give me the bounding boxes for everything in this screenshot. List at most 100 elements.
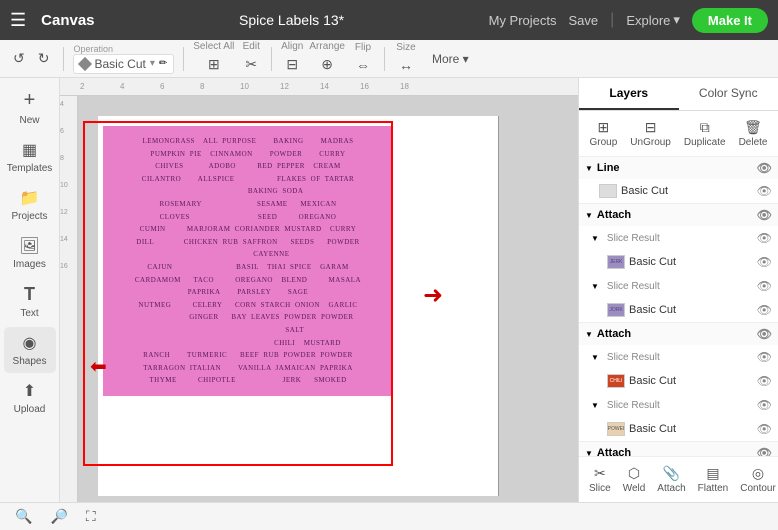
- save-button[interactable]: Save: [569, 13, 599, 28]
- zoom-out-button[interactable]: 🔍: [10, 506, 37, 527]
- make-it-button[interactable]: Make It: [692, 8, 768, 33]
- canvas-content[interactable]: LEMONGRASS ALL PURPOSE BAKING MADRAS PUM…: [78, 96, 578, 502]
- sidebar-upload-label: Upload: [14, 404, 46, 415]
- group-button[interactable]: ⊞ Group: [585, 116, 623, 151]
- sidebar-item-projects[interactable]: 📁 Projects: [4, 182, 56, 228]
- attach3-visibility-icon[interactable]: 👁: [757, 446, 772, 456]
- canvas-label: Canvas: [41, 12, 94, 29]
- sidebar-item-upload[interactable]: ⬆ Upload: [4, 375, 56, 421]
- spice-labels-design[interactable]: LEMONGRASS ALL PURPOSE BAKING MADRAS PUM…: [103, 126, 393, 396]
- arrange-button[interactable]: ⊕: [316, 53, 338, 76]
- weld-button[interactable]: ⬡ Weld: [618, 462, 651, 497]
- my-projects-link[interactable]: My Projects: [489, 13, 557, 28]
- fit-button[interactable]: ⛶: [81, 506, 101, 527]
- attach-button[interactable]: 📎 Attach: [652, 462, 690, 497]
- group-icon: ⊞: [598, 119, 610, 136]
- slice3-visibility-icon[interactable]: 👁: [757, 350, 772, 364]
- operation-chevron-icon: ▾: [150, 58, 155, 69]
- toolbar-separator-3: [271, 47, 272, 71]
- contour-label: Contour: [740, 483, 776, 494]
- weld-label: Weld: [623, 483, 646, 494]
- line-arrow-icon: ▼: [585, 164, 593, 173]
- slice2-visibility-icon[interactable]: 👁: [757, 279, 772, 293]
- slice4-arrow-icon: ▼: [591, 401, 599, 410]
- layer-group-attach-3: ▼ Attach 👁 ▼ Weld Result 👁 Blank Canvas …: [579, 442, 778, 456]
- sidebar-item-new[interactable]: + New: [4, 83, 56, 132]
- flip-button[interactable]: ⇔: [351, 54, 375, 76]
- undo-button[interactable]: ↺: [8, 47, 30, 70]
- canvas-area[interactable]: 2 4 6 8 10 12 14 16 18 4 6 8 10 12 14 16: [60, 78, 578, 502]
- align-label: Align: [281, 41, 303, 52]
- slice1-visibility-icon[interactable]: 👁: [757, 231, 772, 245]
- slice-result-4-label: Slice Result: [603, 400, 660, 411]
- layer-item-jerk-basic-cut[interactable]: JERK Basic Cut 👁: [579, 250, 778, 274]
- size-button[interactable]: ↔: [394, 54, 418, 76]
- slice-button[interactable]: ✂ Slice: [584, 462, 616, 497]
- attach1-visibility-icon[interactable]: 👁: [757, 208, 772, 222]
- sidebar-item-images[interactable]: 🖼 Images: [4, 230, 56, 276]
- layer-slice-result-2[interactable]: ▼ Slice Result 👁: [579, 274, 778, 298]
- flatten-button[interactable]: ▤ Flatten: [693, 462, 734, 497]
- ungroup-button[interactable]: ⊟ UnGroup: [625, 116, 676, 151]
- layer-slice-result-4[interactable]: ▼ Slice Result 👁: [579, 393, 778, 417]
- ungroup-icon: ⊟: [645, 119, 657, 136]
- layer-item-jork-basic-cut[interactable]: JORK Basic Cut 👁: [579, 298, 778, 322]
- line-thumbnail: [599, 184, 617, 198]
- attach2-arrow-icon: ▼: [585, 330, 593, 339]
- layer-item-line-basic-cut[interactable]: Basic Cut 👁: [579, 179, 778, 203]
- align-button[interactable]: ⊟: [281, 53, 303, 76]
- undo-redo-group: ↺ ↻: [8, 47, 54, 70]
- duplicate-label: Duplicate: [684, 137, 726, 148]
- fit-icon: ⛶: [86, 508, 96, 525]
- ruler-marks: 2 4 6 8 10 12 14 16 18: [78, 82, 438, 91]
- slice4-visibility-icon[interactable]: 👁: [757, 398, 772, 412]
- layer-section-attach-1[interactable]: ▼ Attach 👁: [579, 204, 778, 226]
- explore-button[interactable]: Explore ▾: [626, 12, 680, 28]
- sidebar-item-templates[interactable]: ▦ Templates: [4, 134, 56, 180]
- contour-button[interactable]: ◎ Contour: [735, 462, 778, 497]
- sidebar-text-label: Text: [20, 308, 38, 319]
- more-button[interactable]: More ▾: [424, 49, 477, 69]
- layer-group-attach-2: ▼ Attach 👁 ▼ Slice Result 👁 CHILI Basic …: [579, 323, 778, 442]
- jerk-visibility-icon[interactable]: 👁: [757, 255, 772, 269]
- line-visibility-icon[interactable]: 👁: [757, 161, 772, 175]
- zoom-in-button[interactable]: 🔎: [45, 506, 72, 527]
- tab-color-sync[interactable]: Color Sync: [679, 78, 778, 110]
- tab-layers[interactable]: Layers: [579, 78, 679, 110]
- operation-diamond-icon: [78, 56, 92, 70]
- align-group: Align ⊟: [281, 41, 303, 76]
- layer-slice-result-1[interactable]: ▼ Slice Result 👁: [579, 226, 778, 250]
- ruler-left: 4 6 8 10 12 14 16: [60, 96, 78, 502]
- attach-label: Attach: [657, 483, 685, 494]
- duplicate-button[interactable]: ⧉ Duplicate: [679, 116, 731, 151]
- sidebar-shapes-label: Shapes: [13, 356, 47, 367]
- sidebar-item-shapes[interactable]: ◉ Shapes: [4, 327, 56, 373]
- left-arrow-icon: ⬅: [90, 354, 107, 379]
- layer-section-attach-3[interactable]: ▼ Attach 👁: [579, 442, 778, 456]
- layer-item-chili-basic-cut[interactable]: CHILI Basic Cut 👁: [579, 369, 778, 393]
- right-arrow-icon: ➜: [423, 281, 443, 310]
- sidebar-item-text[interactable]: T Text: [4, 278, 56, 325]
- layer-section-line[interactable]: ▼ Line 👁: [579, 157, 778, 179]
- edit-button[interactable]: ✂: [240, 53, 262, 76]
- layer-slice-result-3[interactable]: ▼ Slice Result 👁: [579, 345, 778, 369]
- select-all-button[interactable]: ⊞: [203, 53, 225, 76]
- hamburger-menu[interactable]: ☰: [10, 10, 26, 31]
- size-label: Size: [396, 42, 415, 53]
- layer-item-powei-basic-cut[interactable]: POWEI Basic Cut 👁: [579, 417, 778, 441]
- delete-label: Delete: [739, 137, 768, 148]
- powei-visibility-icon[interactable]: 👁: [757, 422, 772, 436]
- line-item-visibility-icon[interactable]: 👁: [757, 184, 772, 198]
- operation-selector[interactable]: Basic Cut ▾ ✏: [73, 54, 174, 74]
- separator: |: [610, 11, 614, 29]
- flip-label: Flip: [355, 42, 371, 53]
- jork-visibility-icon[interactable]: 👁: [757, 303, 772, 317]
- attach2-visibility-icon[interactable]: 👁: [757, 327, 772, 341]
- operation-edit-icon[interactable]: ✏: [159, 58, 167, 69]
- layer-section-attach-2[interactable]: ▼ Attach 👁: [579, 323, 778, 345]
- delete-button[interactable]: 🗑 Delete: [734, 116, 773, 151]
- slice-result-3-label: Slice Result: [603, 352, 660, 363]
- redo-button[interactable]: ↻: [33, 47, 55, 70]
- chili-visibility-icon[interactable]: 👁: [757, 374, 772, 388]
- arrange-label: Arrange: [309, 41, 345, 52]
